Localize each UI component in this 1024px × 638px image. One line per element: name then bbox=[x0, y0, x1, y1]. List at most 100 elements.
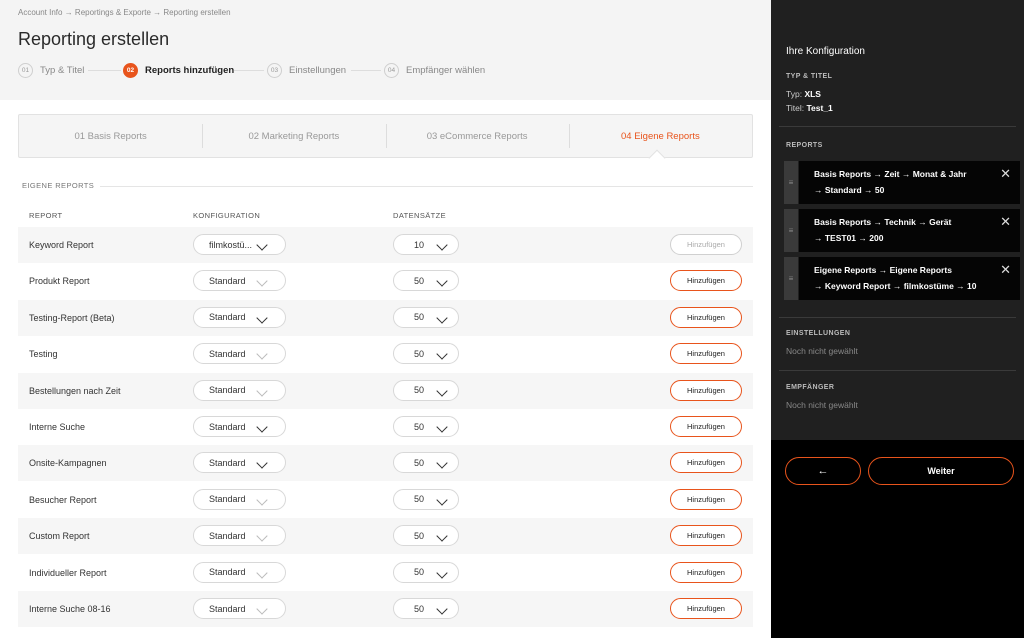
chevron-down-icon bbox=[256, 421, 268, 433]
report-card-body: Basis Reports → Zeit → Monat & Jahr → St… bbox=[799, 161, 1020, 204]
records-value: 10 bbox=[414, 239, 425, 250]
table-row: Bestellungen nach Zeit Standard 50 Hinzufüg… bbox=[18, 372, 753, 409]
records-dropdown[interactable]: 50 bbox=[393, 525, 459, 547]
config-dropdown[interactable]: filmkostü... bbox=[193, 234, 286, 255]
recipients-value: Noch nicht gewählt bbox=[786, 400, 858, 410]
config-dropdown[interactable]: Standard bbox=[193, 452, 286, 474]
add-report-button[interactable]: Hinzufügen bbox=[670, 270, 742, 292]
config-value: Standard bbox=[209, 457, 246, 468]
report-card-body: Eigene Reports → Eigene Reports → Keywor… bbox=[799, 257, 1020, 300]
chevron-down-icon bbox=[256, 603, 268, 615]
close-icon[interactable]: ✕ bbox=[1000, 167, 1011, 180]
records-value: 50 bbox=[414, 494, 425, 505]
report-path-line: Eigene Reports → Eigene Reports bbox=[814, 265, 952, 275]
divider bbox=[779, 370, 1016, 371]
add-report-button[interactable]: Hinzufügen bbox=[670, 343, 742, 365]
config-dropdown[interactable]: Standard bbox=[193, 270, 286, 292]
records-value: 50 bbox=[414, 603, 425, 614]
config-panel: Ihre Konfiguration TYP & TITEL Typ: XLS … bbox=[771, 0, 1024, 638]
selected-report-card: ≡ Eigene Reports → Eigene Reports → Keyw… bbox=[784, 257, 1020, 300]
config-value: Standard bbox=[209, 312, 246, 323]
report-name: Besucher Report bbox=[29, 494, 97, 505]
step-einstellungen[interactable]: 03 Einstellungen bbox=[267, 62, 346, 78]
report-path-line: Basis Reports → Technik → Gerät bbox=[814, 217, 952, 227]
records-dropdown[interactable]: 50 bbox=[393, 561, 459, 583]
add-report-button[interactable]: Hinzufügen bbox=[670, 452, 742, 474]
step-empfaenger-waehlen[interactable]: 04 Empfänger wählen bbox=[384, 62, 485, 78]
add-report-button[interactable]: Hinzufügen bbox=[670, 598, 742, 619]
tab-basis-reports[interactable]: 01 Basis Reports bbox=[19, 115, 202, 157]
records-value: 50 bbox=[414, 567, 425, 578]
chevron-down-icon bbox=[436, 421, 448, 433]
drag-handle-icon[interactable]: ≡ bbox=[784, 257, 798, 300]
config-dropdown[interactable]: Standard bbox=[193, 379, 286, 401]
settings-value: Noch nicht gewählt bbox=[786, 346, 858, 356]
step-label: Typ & Titel bbox=[40, 64, 85, 76]
report-name: Bestellungen nach Zeit bbox=[29, 385, 121, 396]
table-row: Produkt Report Standard 50 Hinzufügen bbox=[18, 263, 753, 299]
tab-marketing-reports[interactable]: 02 Marketing Reports bbox=[202, 115, 385, 157]
back-button[interactable]: ← bbox=[785, 457, 861, 485]
chevron-down-icon bbox=[436, 239, 448, 251]
tab-ecommerce-reports[interactable]: 03 eCommerce Reports bbox=[385, 115, 569, 157]
records-dropdown[interactable]: 50 bbox=[393, 452, 459, 474]
records-value: 50 bbox=[414, 312, 425, 323]
report-path-line: Basis Reports → Zeit → Monat & Jahr bbox=[814, 169, 967, 179]
title-prefix: Titel: bbox=[786, 103, 805, 113]
divider bbox=[100, 186, 753, 187]
config-dropdown[interactable]: Standard bbox=[193, 561, 286, 583]
chevron-down-icon bbox=[256, 384, 268, 397]
add-report-button[interactable]: Hinzufügen bbox=[670, 234, 742, 255]
add-report-button[interactable]: Hinzufügen bbox=[670, 488, 742, 510]
config-value: Standard bbox=[209, 530, 246, 541]
type-line: Typ: XLS bbox=[786, 89, 821, 99]
config-dropdown[interactable]: Standard bbox=[193, 488, 286, 510]
config-value: Standard bbox=[209, 421, 246, 432]
records-dropdown[interactable]: 50 bbox=[393, 270, 459, 292]
step-reports-hinzufuegen[interactable]: 02 Reports hinzufügen bbox=[123, 62, 234, 78]
config-value: Standard bbox=[209, 494, 246, 505]
config-dropdown[interactable]: Standard bbox=[193, 343, 286, 365]
recipients-label: EMPFÄNGER bbox=[786, 384, 835, 391]
step-typ-titel[interactable]: 01 Typ & Titel bbox=[18, 62, 84, 78]
tab-eigene-reports[interactable]: 04 Eigene Reports bbox=[568, 115, 752, 157]
header-area: Account Info → Reportings & Exporte → Re… bbox=[0, 0, 771, 100]
close-icon[interactable]: ✕ bbox=[1000, 215, 1011, 228]
next-button[interactable]: Weiter bbox=[868, 457, 1014, 485]
config-dropdown[interactable]: Standard bbox=[193, 306, 286, 328]
step-connector bbox=[234, 70, 264, 71]
add-report-button[interactable]: Hinzufügen bbox=[670, 416, 742, 437]
step-connector bbox=[88, 70, 121, 71]
drag-handle-icon[interactable]: ≡ bbox=[784, 209, 798, 252]
step-number: 01 bbox=[18, 62, 33, 78]
config-dropdown[interactable]: Standard bbox=[193, 598, 286, 619]
chevron-down-icon bbox=[436, 384, 448, 397]
selected-report-card: ≡ Basis Reports → Technik → Gerät → TEST… bbox=[784, 209, 1020, 252]
table-row: Onsite-Kampagnen Standard 50 Hinzufügen bbox=[18, 445, 753, 482]
report-name: Interne Suche 08-16 bbox=[29, 604, 111, 614]
add-report-button[interactable]: Hinzufügen bbox=[670, 561, 742, 583]
chevron-down-icon bbox=[436, 312, 448, 324]
records-dropdown[interactable]: 50 bbox=[393, 343, 459, 365]
records-dropdown[interactable]: 50 bbox=[393, 416, 459, 437]
add-report-button[interactable]: Hinzufügen bbox=[670, 379, 742, 401]
table-row: Interne Suche Standard 50 Hinzufügen bbox=[18, 409, 753, 445]
add-report-button[interactable]: Hinzufügen bbox=[670, 306, 742, 328]
config-dropdown[interactable]: Standard bbox=[193, 525, 286, 547]
close-icon[interactable]: ✕ bbox=[1000, 263, 1011, 276]
chevron-down-icon bbox=[256, 239, 268, 251]
panel-title: Ihre Konfiguration bbox=[786, 46, 865, 57]
records-dropdown[interactable]: 50 bbox=[393, 379, 459, 401]
table-row: Besucher Report Standard 50 Hinzufügen bbox=[18, 482, 753, 518]
drag-handle-icon[interactable]: ≡ bbox=[784, 161, 798, 204]
records-dropdown[interactable]: 10 bbox=[393, 234, 459, 255]
add-report-button[interactable]: Hinzufügen bbox=[670, 525, 742, 547]
records-dropdown[interactable]: 50 bbox=[393, 488, 459, 510]
type-title-label: TYP & TITEL bbox=[786, 73, 833, 80]
report-name: Individueller Report bbox=[29, 567, 107, 578]
step-label: Empfänger wählen bbox=[406, 64, 486, 76]
records-dropdown[interactable]: 50 bbox=[393, 306, 459, 328]
config-dropdown[interactable]: Standard bbox=[193, 416, 286, 437]
records-dropdown[interactable]: 50 bbox=[393, 598, 459, 619]
step-connector bbox=[351, 70, 381, 71]
